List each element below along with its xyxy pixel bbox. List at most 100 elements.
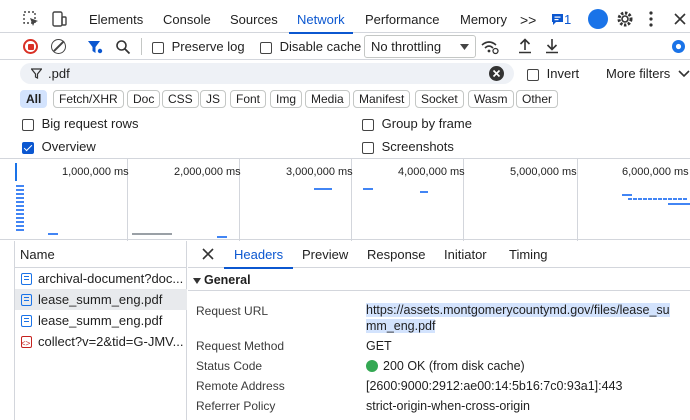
screenshots-option[interactable]: Screenshots: [362, 139, 454, 155]
throttling-select[interactable]: No throttling: [364, 35, 476, 58]
type-chip-all[interactable]: All: [20, 90, 48, 108]
tab-initiator[interactable]: Initiator: [444, 241, 487, 268]
request-row[interactable]: lease_summ_eng.pdf: [14, 310, 187, 331]
group-by-frame-label: Group by frame: [381, 116, 472, 131]
preserve-log-checkbox[interactable]: Preserve log: [152, 38, 245, 55]
import-har-icon[interactable]: [518, 38, 532, 54]
search-icon[interactable]: [115, 39, 131, 55]
device-toolbar-icon[interactable]: [50, 10, 68, 28]
chevron-down-icon: [460, 44, 469, 50]
type-chip-font[interactable]: Font: [230, 90, 267, 108]
overview-request-bar: [16, 225, 24, 227]
request-row[interactable]: lease_summ_eng.pdf: [14, 289, 187, 310]
type-chip-media[interactable]: Media: [305, 90, 350, 108]
request-detail-pane: Headers Preview Response Initiator Timin…: [188, 241, 690, 420]
big-request-rows-option[interactable]: Big request rows: [22, 116, 138, 132]
name-column-title: Name: [20, 247, 55, 262]
overview-request-bar: [16, 213, 24, 215]
request-row[interactable]: archival-document?doc...: [14, 268, 187, 289]
preserve-log-box[interactable]: [152, 41, 164, 54]
overview-request-bar: [16, 201, 24, 203]
tab-headers[interactable]: Headers: [223, 241, 294, 269]
disable-cache-checkbox[interactable]: Disable cache: [260, 38, 361, 55]
invert-checkbox[interactable]: Invert: [527, 66, 579, 82]
export-har-icon[interactable]: [545, 38, 559, 54]
status-ok-dot-icon: [366, 360, 378, 372]
request-list: Name archival-document?doc... lease_summ…: [0, 241, 187, 420]
more-filters-dropdown-icon[interactable]: [678, 70, 690, 78]
screenshots-label: Screenshots: [381, 139, 454, 154]
disable-cache-box[interactable]: [260, 41, 272, 54]
network-settings-gear-icon[interactable]: [670, 38, 687, 55]
tab-memory[interactable]: Memory: [460, 0, 507, 33]
screenshots-box[interactable]: [362, 141, 374, 154]
network-overview-timeline[interactable]: 1,000,000 ms 2,000,000 ms 3,000,000 ms 4…: [0, 158, 690, 241]
type-chip-socket[interactable]: Socket: [415, 90, 464, 108]
filter-input-value[interactable]: .pdf: [48, 66, 70, 81]
overview-request-bar: [16, 185, 24, 187]
close-devtools-icon[interactable]: [673, 12, 687, 26]
overview-option[interactable]: Overview: [22, 139, 96, 155]
general-section-title: General: [204, 273, 251, 287]
tab-network[interactable]: Network: [289, 0, 353, 34]
request-name: archival-document?doc...: [38, 271, 184, 286]
name-column-header[interactable]: Name: [14, 241, 187, 268]
type-chip-js[interactable]: JS: [200, 90, 227, 108]
type-chip-img[interactable]: Img: [270, 90, 303, 108]
issues-button[interactable]: 1: [551, 12, 571, 28]
group-by-frame-box[interactable]: [362, 118, 374, 131]
overview-request-bar: [217, 236, 227, 238]
detail-tabs: Headers Preview Response Initiator Timin…: [188, 241, 690, 269]
disable-cache-label: Disable cache: [279, 39, 362, 54]
request-list-left-border: [14, 268, 15, 420]
overview-request-bar: [16, 197, 24, 199]
settings-gear-icon[interactable]: [616, 10, 634, 28]
overview-tick-label: 4,000,000 ms: [398, 166, 465, 178]
resource-type-filter: All Fetch/XHR Doc CSS JS Font Img Media …: [0, 88, 690, 110]
tab-console[interactable]: Console: [163, 0, 211, 33]
group-by-frame-option[interactable]: Group by frame: [362, 116, 472, 132]
request-url-value-cont: mm_eng.pdf: [366, 319, 436, 333]
overview-request-bar: [16, 205, 24, 207]
tab-preview[interactable]: Preview: [302, 241, 348, 268]
more-tabs-button[interactable]: >>: [520, 0, 536, 33]
clear-icon[interactable]: [51, 39, 66, 54]
request-url-value: https://assets.montgomerycountymd.gov/fi…: [366, 303, 670, 317]
overview-box[interactable]: [22, 141, 34, 154]
overview-request-bar: [48, 233, 58, 235]
clear-filter-icon[interactable]: [489, 66, 504, 81]
overview-gridline: [577, 159, 578, 241]
tab-elements[interactable]: Elements: [89, 0, 143, 33]
preserve-log-label: Preserve log: [171, 39, 245, 54]
tab-performance[interactable]: Performance: [365, 0, 439, 33]
request-row[interactable]: collect?v=2&tid=G-JMV...: [14, 331, 187, 352]
type-chip-fetch-xhr[interactable]: Fetch/XHR: [53, 90, 124, 108]
type-chip-wasm[interactable]: Wasm: [468, 90, 514, 108]
status-code-value: 200 OK (from disk cache): [383, 359, 525, 373]
type-chip-css[interactable]: CSS: [162, 90, 199, 108]
stop-recording-icon[interactable]: [23, 39, 38, 54]
tab-timing[interactable]: Timing: [509, 241, 548, 268]
tab-sources[interactable]: Sources: [230, 0, 278, 33]
big-request-rows-box[interactable]: [22, 118, 34, 131]
profile-sync-icon[interactable]: [588, 9, 608, 29]
general-section-header[interactable]: General: [188, 269, 690, 291]
filter-input-box[interactable]: .pdf: [20, 63, 514, 84]
type-chip-doc[interactable]: Doc: [127, 90, 161, 108]
inspect-element-icon[interactable]: [22, 10, 40, 28]
tab-response[interactable]: Response: [367, 241, 426, 268]
network-conditions-icon[interactable]: [481, 39, 499, 55]
filter-funnel-icon[interactable]: [87, 39, 103, 55]
overview-request-bar: [16, 209, 24, 211]
request-name: lease_summ_eng.pdf: [38, 313, 163, 328]
overview-request-bar: [16, 217, 24, 219]
type-chip-other[interactable]: Other: [516, 90, 559, 108]
more-filters-button[interactable]: More filters: [606, 66, 670, 82]
triangle-down-icon: [193, 278, 201, 284]
close-detail-icon[interactable]: [202, 248, 214, 260]
kebab-menu-icon[interactable]: [648, 10, 654, 28]
type-chip-manifest[interactable]: Manifest: [353, 90, 411, 108]
invert-box[interactable]: [527, 68, 539, 81]
document-icon: [21, 273, 32, 285]
overview-request-bar: [622, 194, 632, 196]
